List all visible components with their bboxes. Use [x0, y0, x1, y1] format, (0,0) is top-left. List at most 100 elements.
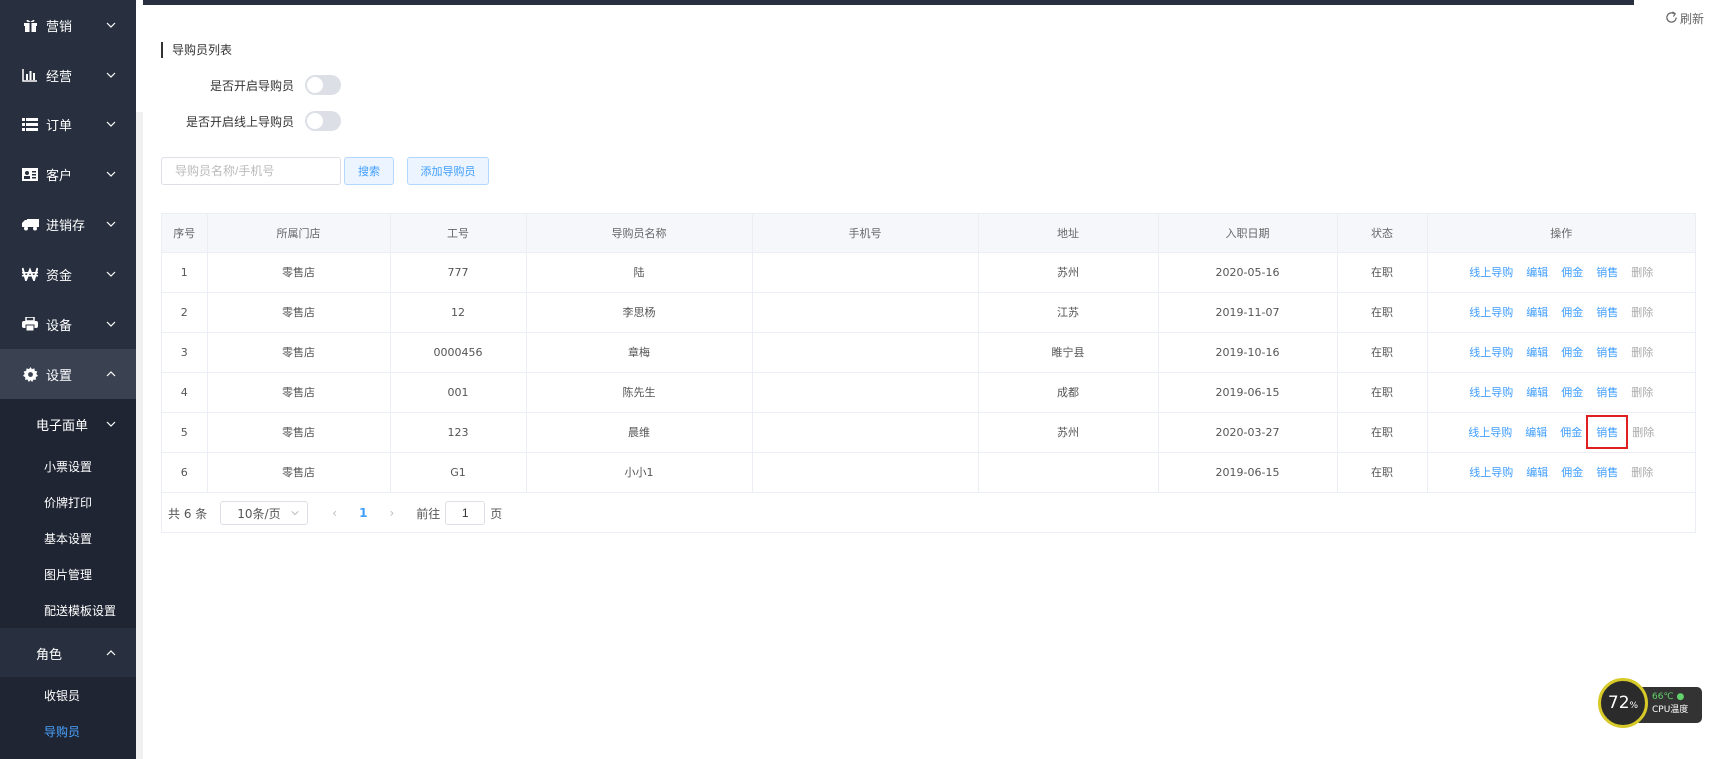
column-header: 手机号	[752, 214, 979, 253]
edit-link[interactable]: 编辑	[1526, 464, 1548, 480]
sidebar-item-inventory[interactable]: 进销存	[0, 199, 136, 249]
column-header: 入职日期	[1158, 214, 1338, 253]
scrollbar-thumb[interactable]	[136, 112, 143, 759]
cell-name: 小小1	[526, 452, 753, 493]
cell-status: 在职	[1337, 412, 1428, 453]
commission-link[interactable]: 佣金	[1560, 424, 1582, 440]
submenu-item-basic-settings[interactable]: 基本设置	[0, 520, 136, 556]
edit-link[interactable]: 编辑	[1526, 344, 1548, 360]
cell-name: 陈先生	[526, 372, 753, 413]
commission-link[interactable]: 佣金	[1561, 344, 1583, 360]
delete-link[interactable]: 删除	[1631, 384, 1653, 400]
chevron-up-icon	[106, 369, 116, 379]
enable-online-guide-toggle[interactable]	[305, 111, 341, 131]
online-guide-link[interactable]: 线上导购	[1469, 304, 1513, 320]
cpu-monitor-widget[interactable]: 72% 66℃ ● CPU温度	[1598, 678, 1704, 728]
edit-link[interactable]: 编辑	[1526, 384, 1548, 400]
submenu-item-cashier[interactable]: 收银员	[0, 677, 136, 713]
cpu-percent: 72	[1607, 693, 1630, 713]
cell-store: 零售店	[207, 372, 391, 413]
delete-link[interactable]: 删除	[1632, 424, 1654, 440]
cell-ops: 线上导购 编辑 佣金 销售 删除	[1427, 412, 1695, 453]
cell-status: 在职	[1337, 292, 1428, 333]
table-row: 1 零售店 777 陆 苏州 2020-05-16 在职 线上导购 编辑 佣金 …	[162, 252, 1695, 293]
submenu-item-label: 价牌打印	[44, 495, 93, 510]
edit-link[interactable]: 编辑	[1525, 424, 1547, 440]
switch-label: 是否开启导购员	[209, 78, 294, 93]
online-guide-link[interactable]: 线上导购	[1469, 264, 1513, 280]
printer-icon	[21, 316, 39, 332]
sidebar-item-customers[interactable]: 客户	[0, 149, 136, 199]
online-guide-link[interactable]: 线上导购	[1468, 424, 1512, 440]
submenu-item-delivery-template[interactable]: 配送模板设置	[0, 592, 136, 628]
commission-link[interactable]: 佣金	[1561, 464, 1583, 480]
sidebar-scrollbar[interactable]	[136, 0, 143, 759]
switch-label: 是否开启线上导购员	[185, 114, 294, 129]
table-header-row: 序号 所属门店 工号 导购员名称 手机号 地址 入职日期 状态 操作	[162, 214, 1695, 253]
switch-row-online-guide: 是否开启线上导购员	[170, 111, 341, 131]
page-number[interactable]: 1	[359, 506, 367, 520]
toggle-knob	[307, 113, 323, 129]
chevron-down-icon	[106, 119, 116, 129]
add-guide-button[interactable]: 添加导购员	[407, 157, 489, 185]
sales-link[interactable]: 销售	[1596, 344, 1618, 360]
next-page-icon[interactable]: ›	[389, 506, 394, 520]
sales-link[interactable]: 销售	[1596, 464, 1618, 480]
online-guide-link[interactable]: 线上导购	[1469, 464, 1513, 480]
delete-link[interactable]: 删除	[1631, 264, 1653, 280]
submenu-electronic-waybill[interactable]: 电子面单	[0, 399, 136, 449]
commission-link[interactable]: 佣金	[1561, 384, 1583, 400]
delete-link[interactable]: 删除	[1631, 464, 1653, 480]
edit-link[interactable]: 编辑	[1526, 264, 1548, 280]
sales-link[interactable]: 销售	[1596, 384, 1618, 400]
cell-phone	[752, 252, 979, 293]
sales-link-highlighted[interactable]: 销售	[1586, 415, 1629, 449]
sidebar-item-marketing[interactable]: 营销	[0, 0, 136, 50]
sidebar-item-label: 设置	[46, 368, 73, 384]
goto-page-input[interactable]	[445, 501, 486, 525]
sidebar: 营销 经营 订单 客户 进销存 资金 设备 设置 电子面单 小票设置 价牌打印 …	[0, 0, 136, 759]
online-guide-link[interactable]: 线上导购	[1469, 384, 1513, 400]
cell-ops: 线上导购 编辑 佣金 销售 删除	[1427, 252, 1695, 293]
enable-guide-toggle[interactable]	[305, 75, 341, 95]
sidebar-item-funds[interactable]: 资金	[0, 249, 136, 299]
column-header: 工号	[390, 214, 527, 253]
chevron-down-icon	[106, 319, 116, 329]
commission-link[interactable]: 佣金	[1561, 304, 1583, 320]
search-input[interactable]	[161, 157, 341, 185]
sidebar-item-devices[interactable]: 设备	[0, 299, 136, 349]
page-size-select[interactable]: 10条/页	[220, 501, 309, 525]
cell-store: 零售店	[207, 412, 391, 453]
search-button[interactable]: 搜索	[344, 157, 394, 185]
delete-link[interactable]: 删除	[1631, 304, 1653, 320]
cell-store: 零售店	[207, 332, 391, 373]
edit-link[interactable]: 编辑	[1526, 304, 1548, 320]
prev-page-icon[interactable]: ‹	[332, 506, 337, 520]
delete-link[interactable]: 删除	[1631, 344, 1653, 360]
sidebar-item-operations[interactable]: 经营	[0, 50, 136, 100]
sidebar-item-settings[interactable]: 设置	[0, 349, 136, 399]
sales-link[interactable]: 销售	[1596, 264, 1618, 280]
cell-date: 2020-03-27	[1158, 412, 1338, 453]
cell-phone	[752, 372, 979, 413]
sidebar-item-orders[interactable]: 订单	[0, 99, 136, 149]
sales-link[interactable]: 销售	[1596, 304, 1618, 320]
sidebar-item-label: 进销存	[46, 218, 86, 234]
submenu-item-shopping-guide[interactable]: 导购员	[0, 713, 136, 749]
submenu-item-image-management[interactable]: 图片管理	[0, 556, 136, 592]
cell-address: 苏州	[978, 252, 1159, 293]
commission-link[interactable]: 佣金	[1561, 264, 1583, 280]
submenu-item-price-tag-print[interactable]: 价牌打印	[0, 484, 136, 520]
refresh-button[interactable]: 刷新	[1665, 10, 1704, 27]
cell-no: 5	[162, 412, 208, 453]
cell-status: 在职	[1337, 452, 1428, 493]
submenu-roles[interactable]: 角色	[0, 628, 136, 678]
table-row: 3 零售店 0000456 章梅 睢宁县 2019-10-16 在职 线上导购 …	[162, 332, 1695, 373]
cell-id: 001	[390, 372, 527, 413]
online-guide-link[interactable]: 线上导购	[1469, 344, 1513, 360]
table-row: 6 零售店 G1 小小1 2019-06-15 在职 线上导购 编辑 佣金 销售…	[162, 452, 1695, 493]
cell-name: 陆	[526, 252, 753, 293]
cell-id: 0000456	[390, 332, 527, 373]
won-icon	[21, 266, 39, 282]
submenu-item-receipt-settings[interactable]: 小票设置	[0, 448, 136, 484]
